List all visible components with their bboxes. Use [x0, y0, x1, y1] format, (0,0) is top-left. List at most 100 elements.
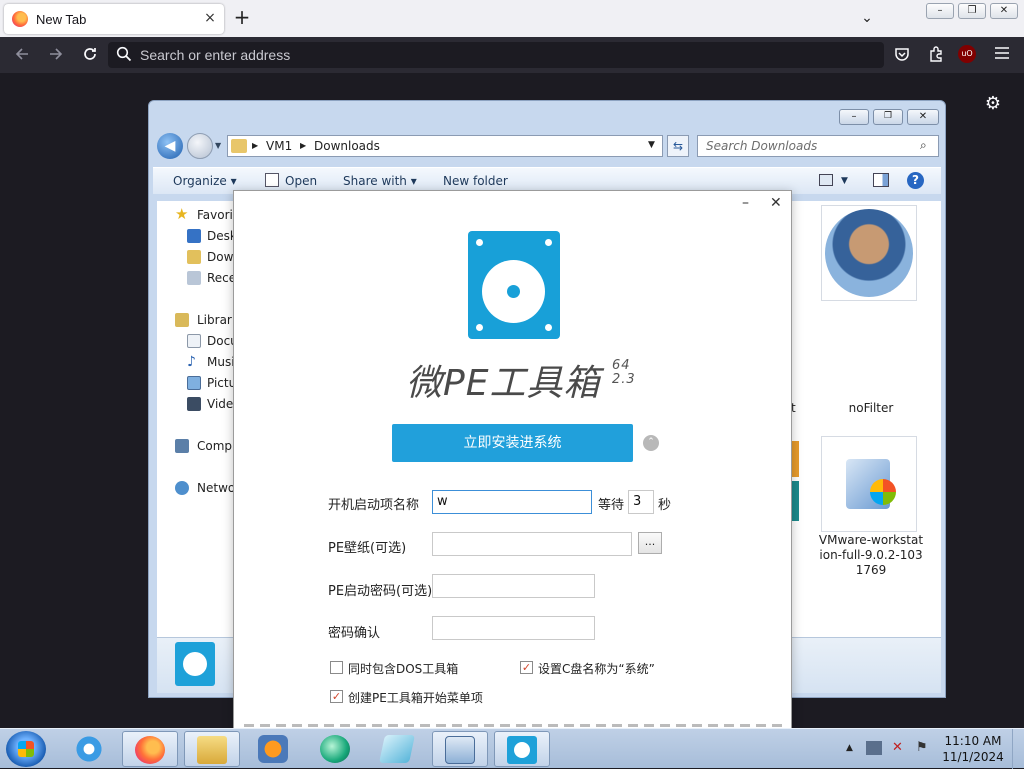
address-dropdown-icon[interactable]: ▼ [648, 140, 655, 150]
wepe-disc-icon [514, 742, 530, 758]
new-folder-button[interactable]: New folder [443, 174, 508, 188]
taskbar-network-app[interactable] [432, 731, 488, 767]
explorer-maximize-button[interactable]: ❐ [873, 109, 903, 125]
taskbar-media-player[interactable] [246, 731, 302, 767]
collapse-options-icon[interactable]: ⌃ [643, 435, 659, 451]
file-thumbnail-partial [791, 441, 799, 477]
file-name-line: ion-full-9.0.2-103 [819, 548, 923, 562]
tab-close-icon[interactable]: × [200, 8, 220, 28]
product-arch: 64 [612, 358, 631, 373]
view-icon[interactable] [819, 174, 833, 186]
forward-arrow-icon[interactable] [187, 133, 213, 159]
nav-item-recent[interactable]: Rece [207, 271, 236, 285]
dialog-close-button[interactable]: ✕ [770, 195, 782, 211]
taskbar-wepe[interactable] [494, 731, 550, 767]
clock-date: 11/1/2024 [942, 750, 1004, 764]
taskbar-app-blue[interactable] [370, 731, 426, 767]
tab-title: New Tab [36, 12, 87, 27]
wepe-file-icon [175, 642, 215, 686]
show-desktop-button[interactable] [1012, 729, 1024, 769]
explorer-minimize-button[interactable]: – [839, 109, 869, 125]
show-hidden-icons[interactable]: ▲ [846, 743, 853, 753]
preview-pane-icon[interactable] [873, 173, 889, 187]
url-bar[interactable]: Search or enter address [108, 42, 884, 68]
wallpaper-input[interactable] [432, 532, 632, 556]
dialog-minimize-button[interactable]: – [742, 195, 749, 211]
help-icon[interactable]: ? [907, 172, 924, 189]
taskbar-app-green[interactable] [308, 731, 364, 767]
clipped-options-row [244, 724, 784, 727]
action-center-flag-icon[interactable]: ⚑ [916, 741, 930, 755]
back-arrow-icon[interactable]: ◀ [157, 133, 183, 159]
system-clock[interactable]: 11:10 AM 11/1/2024 [938, 733, 1008, 765]
open-button[interactable]: Open [285, 174, 317, 188]
desktop-icon [187, 229, 201, 243]
organize-button[interactable]: Organize ▾ [173, 174, 237, 188]
start-button[interactable] [6, 731, 46, 767]
wait-seconds-input[interactable]: 3 [628, 490, 654, 514]
browse-wallpaper-button[interactable]: ... [638, 532, 662, 554]
breadcrumb-arrow-icon[interactable]: ▶ [300, 141, 306, 150]
taskbar-firefox[interactable] [122, 731, 178, 767]
nav-item-music[interactable]: Musi [207, 355, 235, 369]
boot-name-input[interactable]: w [432, 490, 592, 514]
ublock-icon[interactable]: uO [958, 45, 978, 65]
install-to-system-button[interactable]: 立即安装进系统 [392, 424, 633, 462]
firefox-icon [12, 11, 28, 27]
search-downloads-input[interactable]: Search Downloads ⌕ [697, 135, 939, 157]
folder-icon [231, 139, 247, 153]
window-restore-button[interactable]: ❐ [958, 3, 986, 19]
windows-shield-icon [870, 479, 896, 505]
logo-corner-dot [545, 324, 552, 331]
star-icon: ★ [175, 205, 189, 223]
breadcrumb-vm1[interactable]: VM1 [266, 139, 292, 153]
back-icon[interactable] [12, 45, 32, 65]
media-player-icon [258, 735, 288, 763]
volume-muted-icon[interactable]: ✕ [892, 741, 908, 755]
explorer-close-button[interactable]: ✕ [907, 109, 939, 125]
window-minimize-button[interactable]: – [926, 3, 954, 19]
list-item[interactable] [821, 205, 917, 301]
list-all-tabs-button[interactable]: ⌄ [856, 6, 878, 30]
view-dropdown-icon[interactable]: ▼ [841, 176, 848, 186]
include-dos-checkbox[interactable] [330, 661, 343, 674]
nav-item-favorites[interactable]: Favorit [197, 208, 238, 222]
gear-icon[interactable]: ⚙ [982, 93, 1004, 115]
search-icon[interactable]: ⌕ [920, 138, 927, 153]
tab-new-tab[interactable]: New Tab × [4, 4, 224, 34]
logo-corner-dot [476, 239, 483, 246]
network-tray-icon[interactable] [866, 741, 882, 755]
nav-item-pictures[interactable]: Pictu [207, 376, 236, 390]
extensions-icon[interactable] [926, 45, 946, 65]
share-with-button[interactable]: Share with ▾ [343, 174, 417, 188]
history-chevron-icon[interactable]: ▼ [215, 141, 221, 150]
pocket-icon[interactable] [892, 45, 912, 65]
file-name: noFilter [848, 401, 894, 415]
taskbar-explorer[interactable] [184, 731, 240, 767]
videos-icon [187, 397, 201, 411]
reload-icon[interactable] [80, 45, 100, 65]
new-tab-button[interactable]: + [230, 6, 254, 30]
computer-icon [175, 439, 189, 453]
cdrive-name-label: 设置C盘名称为“系统” [538, 662, 655, 676]
forward-icon[interactable] [46, 45, 66, 65]
breadcrumb-arrow-icon[interactable]: ▶ [252, 141, 258, 150]
nav-item-network[interactable]: Netwo [197, 481, 235, 495]
start-menu-checkbox[interactable]: ✓ [330, 690, 343, 703]
password-input[interactable] [432, 574, 595, 598]
browser-tab-bar: New Tab × + ⌄ – ❐ ✕ [0, 0, 1024, 37]
windows-logo-icon [18, 741, 34, 757]
password-label: PE启动密码(可选) [328, 584, 433, 599]
wepe-icon [507, 736, 537, 764]
cdrive-name-checkbox[interactable]: ✓ [520, 661, 533, 674]
product-title: 微PE工具箱 [406, 363, 601, 404]
list-item[interactable] [821, 436, 917, 532]
window-close-button[interactable]: ✕ [990, 3, 1018, 19]
address-bar[interactable]: ▶ VM1 ▶ Downloads ▼ [227, 135, 663, 157]
breadcrumb-downloads[interactable]: Downloads [314, 139, 380, 153]
file-thumbnail-avatar [825, 209, 913, 297]
taskbar-ie[interactable] [62, 731, 118, 767]
menu-icon[interactable] [992, 45, 1012, 65]
confirm-password-input[interactable] [432, 616, 595, 640]
refresh-icon[interactable]: ⇆ [667, 135, 689, 157]
